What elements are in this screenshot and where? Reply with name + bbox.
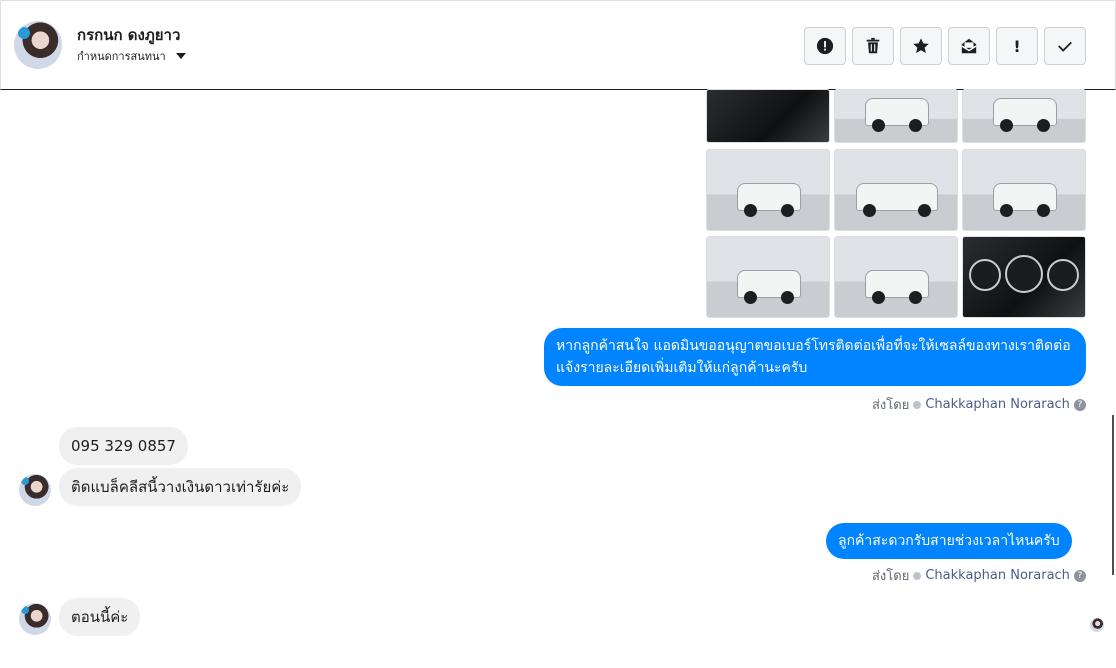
photo-thumbnail[interactable] <box>706 89 830 143</box>
gauge-icon <box>969 259 1001 291</box>
agent-icon <box>913 400 922 409</box>
photo-thumbnail[interactable] <box>962 149 1086 231</box>
exclamation-icon: ! <box>1013 36 1021 56</box>
gauge-icon <box>1047 259 1079 291</box>
photo-thumbnail[interactable] <box>706 236 830 318</box>
conversation-header: กรกนก ดงภูยาว กำหนดการสนทนา ! <box>0 0 1116 90</box>
outgoing-message[interactable]: ลูกค้าสะดวกรับสายช่วงเวลาไหนครับ <box>826 523 1072 559</box>
status-badge <box>18 27 30 39</box>
scrollbar[interactable] <box>1112 415 1114 575</box>
contact-avatar-small[interactable] <box>19 603 51 635</box>
sent-by-prefix: ส่งโดย <box>872 569 910 584</box>
sent-by-prefix: ส่งโดย <box>872 398 910 413</box>
contact-avatar[interactable] <box>14 21 62 69</box>
sender-name[interactable]: Chakkaphan Norarach <box>925 397 1070 412</box>
help-icon[interactable]: ? <box>1073 398 1086 411</box>
contact-name[interactable]: กรกนก ดงภูยาว <box>77 23 180 47</box>
help-icon[interactable]: ? <box>1073 569 1086 582</box>
trash-icon <box>866 37 880 54</box>
seen-avatar-icon <box>1090 618 1104 632</box>
important-button[interactable]: ! <box>996 27 1038 65</box>
incoming-message[interactable]: ติดแบล็คลีสนี้วางเงินดาวเท่ารัยค่ะ <box>59 468 302 506</box>
star-button[interactable] <box>900 27 942 65</box>
alert-circle-icon <box>816 37 834 55</box>
star-icon <box>913 38 929 54</box>
incoming-message[interactable]: ตอนนี้ค่ะ <box>59 598 141 636</box>
photo-thumbnail[interactable] <box>834 236 958 318</box>
gauge-icon <box>1005 255 1043 293</box>
photo-thumbnail[interactable] <box>962 89 1086 143</box>
contact-avatar-small[interactable] <box>19 474 51 506</box>
photo-grid <box>706 89 1086 320</box>
sent-by-label: ส่งโดย Chakkaphan Norarach ? <box>872 394 1086 415</box>
mark-unread-button[interactable] <box>948 27 990 65</box>
incoming-message[interactable]: 095 329 0857 <box>59 427 188 465</box>
sent-by-label: ส่งโดย Chakkaphan Norarach ? <box>872 565 1086 586</box>
done-button[interactable] <box>1044 27 1086 65</box>
photo-thumbnail[interactable] <box>962 236 1086 318</box>
schedule-label: กำหนดการสนทนา <box>77 50 166 63</box>
conversation-schedule[interactable]: กำหนดการสนทนา <box>77 47 186 65</box>
spam-button[interactable] <box>804 27 846 65</box>
sender-name[interactable]: Chakkaphan Norarach <box>925 568 1070 583</box>
mark-unread-icon <box>961 38 977 54</box>
outgoing-message[interactable]: หากลูกค้าสนใจ แอดมินขออนุญาตขอเบอร์โทรติ… <box>544 328 1086 386</box>
toolbar: ! <box>804 27 1086 65</box>
photo-thumbnail[interactable] <box>706 149 830 231</box>
photo-thumbnail[interactable] <box>834 149 958 231</box>
photo-thumbnail[interactable] <box>834 89 958 143</box>
agent-icon <box>913 571 922 580</box>
caret-down-icon <box>175 53 186 59</box>
check-icon <box>1058 41 1072 52</box>
delete-button[interactable] <box>852 27 894 65</box>
